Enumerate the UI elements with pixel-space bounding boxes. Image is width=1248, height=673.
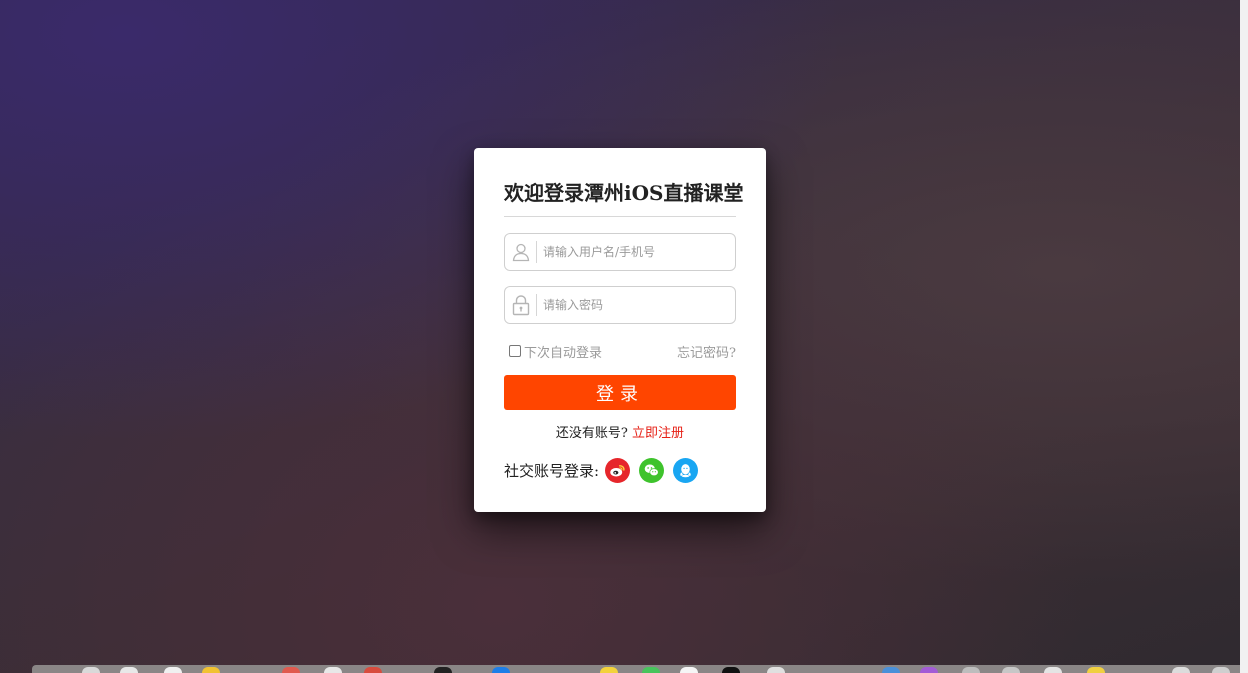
dock-app-icon[interactable] — [920, 667, 938, 673]
field-divider — [536, 294, 537, 316]
dock-app-icon[interactable] — [120, 667, 138, 673]
dock-app-icon[interactable] — [1044, 667, 1062, 673]
dock-app-icon[interactable] — [434, 667, 452, 673]
dock-app-icon[interactable] — [492, 667, 510, 673]
field-divider — [536, 241, 537, 263]
dock-app-icon[interactable] — [600, 667, 618, 673]
wechat-icon[interactable] — [639, 458, 665, 483]
dock-app-icon[interactable] — [642, 667, 660, 673]
lock-icon — [505, 287, 536, 323]
login-options: 下次自动登录 忘记密码? — [504, 342, 736, 361]
dock-app-icon[interactable] — [882, 667, 900, 673]
remember-label: 下次自动登录 — [524, 345, 603, 361]
register-row: 还没有账号? 立即注册 — [504, 422, 736, 441]
dock-app-icon[interactable] — [1172, 667, 1190, 673]
dock-app-icon[interactable] — [1002, 667, 1020, 673]
username-input[interactable] — [543, 234, 728, 270]
dock-app-icon[interactable] — [1087, 667, 1105, 673]
dock-app-icon[interactable] — [164, 667, 182, 673]
dock-app-icon[interactable] — [962, 667, 980, 673]
qq-icon[interactable] — [673, 458, 699, 483]
remember-me[interactable]: 下次自动登录 — [509, 342, 602, 361]
dock-app-icon[interactable] — [767, 667, 785, 673]
login-dialog: 欢迎登录潭州iOS直播课堂 下次自动登录 忘记密码? — [474, 148, 766, 512]
dock-app-icon[interactable] — [202, 667, 220, 673]
user-icon — [505, 234, 536, 270]
dock — [32, 665, 1240, 673]
dock-app-icon[interactable] — [364, 667, 382, 673]
register-link[interactable]: 立即注册 — [632, 426, 684, 441]
remember-checkbox[interactable] — [509, 345, 521, 357]
social-label: 社交账号登录: — [504, 462, 600, 480]
login-button[interactable]: 登录 — [504, 375, 736, 410]
dock-app-icon[interactable] — [1212, 667, 1230, 673]
username-field[interactable] — [504, 233, 736, 271]
login-title: 欢迎登录潭州iOS直播课堂 — [504, 178, 743, 217]
register-prompt: 还没有账号? — [555, 426, 628, 441]
password-field[interactable] — [504, 286, 736, 324]
dock-app-icon[interactable] — [722, 667, 740, 673]
dock-app-icon[interactable] — [680, 667, 698, 673]
dock-app-icon[interactable] — [82, 667, 100, 673]
dock-app-icon[interactable] — [282, 667, 300, 673]
social-login: 社交账号登录: — [504, 458, 736, 483]
window-edge — [1240, 0, 1248, 673]
password-input[interactable] — [543, 287, 728, 323]
weibo-icon[interactable] — [605, 458, 631, 483]
dock-app-icon[interactable] — [324, 667, 342, 673]
forgot-password-link[interactable]: 忘记密码? — [677, 342, 736, 361]
